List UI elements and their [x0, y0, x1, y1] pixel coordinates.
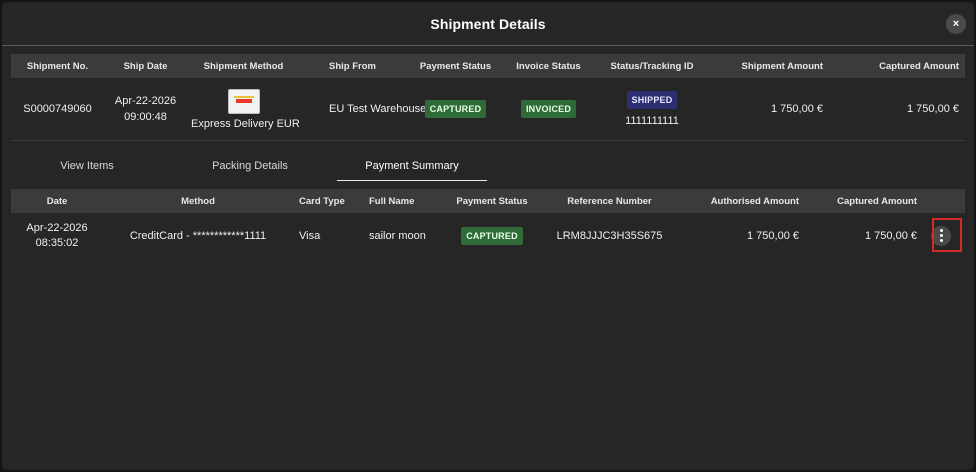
col-payment-status: Payment Status [419, 60, 492, 72]
col-shipment-no: Shipment No. [26, 60, 89, 72]
tracking-id: 1111111111 [625, 115, 679, 127]
modal-title: Shipment Details [430, 15, 546, 32]
col-date: Date [46, 195, 68, 207]
shipment-method-label: Express Delivery EUR [191, 117, 300, 130]
tab-packing-details[interactable]: Packing Details [163, 151, 337, 181]
shipment-no: S0000749060 [23, 103, 92, 115]
status-badge: SHIPPED [626, 91, 678, 109]
highlight-box [932, 218, 962, 252]
ship-date-day: Apr-22-2026 [114, 95, 177, 107]
tab-view-items[interactable]: View Items [11, 151, 163, 181]
shipment-table-header: Shipment No. Ship Date Shipment Method S… [11, 54, 965, 78]
col-shipment-amount: Shipment Amount [741, 60, 823, 72]
authorised-amount: 1 750,00 € [747, 229, 799, 242]
close-icon: × [952, 18, 960, 30]
col-captured-amount: Captured Amount [837, 195, 917, 207]
detail-tabs: View Items Packing Details Payment Summa… [11, 151, 487, 181]
col-ship-from: Ship From [329, 60, 376, 72]
payment-date-day: Apr-22-2026 [26, 221, 88, 234]
card-type: Visa [299, 229, 321, 242]
payment-date: Apr-22-2026 08:35:02 [11, 221, 103, 251]
col-ship-date: Ship Date [123, 60, 168, 72]
col-card-type: Card Type [299, 195, 345, 207]
invoice-status: INVOICED [502, 100, 595, 118]
payment-table: Date Method Card Type Full Name Payment … [11, 189, 965, 258]
reference-number: LRM8JJJC3H35S675 [556, 229, 663, 242]
col-payment-status: Payment Status [456, 195, 528, 207]
payment-table-header: Date Method Card Type Full Name Payment … [11, 189, 965, 213]
status-badge: CAPTURED [461, 226, 523, 245]
captured-amount: 1 750,00 € [907, 103, 959, 115]
col-invoice-status: Invoice Status [516, 60, 581, 72]
col-reference-number: Reference Number [567, 195, 652, 207]
ship-date-time: 09:00:48 [124, 111, 167, 123]
col-method: Method [181, 195, 215, 207]
ship-date: Apr-22-2026 09:00:48 [104, 93, 187, 125]
status-tracking: SHIPPED 1111111111 [595, 91, 709, 127]
shipment-table: Shipment No. Ship Date Shipment Method S… [11, 54, 965, 141]
full-name: sailor moon [369, 229, 426, 242]
status-badge: INVOICED [520, 100, 577, 118]
close-button[interactable]: × [946, 14, 966, 34]
payment-date-time: 08:35:02 [35, 236, 79, 249]
carrier-logo [227, 88, 260, 114]
col-authorised-amount: Authorised Amount [710, 195, 799, 207]
captured-amount: 1 750,00 € [865, 229, 917, 242]
table-row: Apr-22-2026 08:35:02 CreditCard - ******… [11, 213, 965, 258]
modal-header: Shipment Details × [2, 2, 974, 46]
shipment-method: Express Delivery EUR [187, 88, 300, 130]
table-row: S0000749060 Apr-22-2026 09:00:48 Express… [11, 78, 965, 141]
payment-status: CAPTURED [447, 226, 537, 245]
col-captured-amount: Captured Amount [879, 60, 959, 72]
payment-status: CAPTURED [409, 100, 502, 118]
col-shipment-method: Shipment Method [203, 60, 284, 72]
ship-from: EU Test Warehouse [329, 103, 427, 115]
col-status-tracking: Status/Tracking ID [610, 60, 694, 72]
status-badge: CAPTURED [424, 100, 487, 118]
tab-payment-summary[interactable]: Payment Summary [337, 151, 487, 181]
payment-method: CreditCard - ************1111 [129, 229, 267, 242]
shipment-amount: 1 750,00 € [771, 103, 823, 115]
col-full-name: Full Name [369, 195, 415, 207]
